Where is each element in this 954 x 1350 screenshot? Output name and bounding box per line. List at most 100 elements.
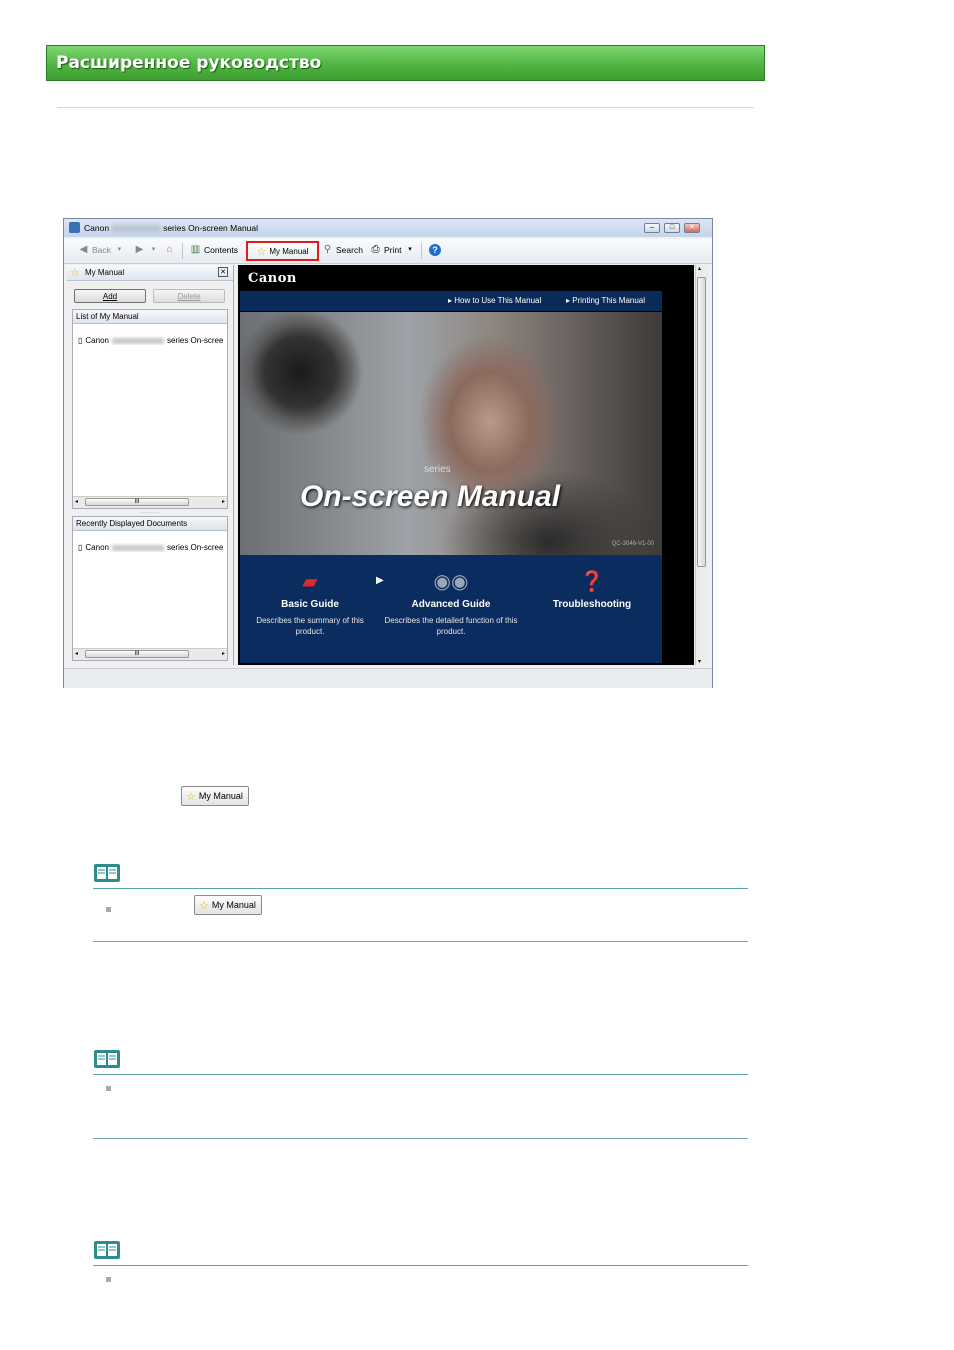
page-header-banner: Расширенное руководство bbox=[46, 45, 765, 81]
printer-icon: ⎙ bbox=[371, 244, 380, 255]
add-button[interactable]: Add bbox=[74, 289, 146, 303]
note-icon bbox=[94, 864, 120, 882]
my-manual-label: My Manual bbox=[211, 900, 256, 910]
content-nav-bar: ▸ How to Use This Manual ▸ Printing This… bbox=[240, 291, 662, 311]
document-icon: ▯ bbox=[78, 543, 83, 552]
list-item[interactable]: ▯ Canon series On-scree bbox=[78, 336, 223, 345]
scroll-down-icon[interactable]: ▾ bbox=[698, 658, 701, 665]
guide-title: Basic Guide bbox=[281, 599, 339, 610]
document-icon: ▯ bbox=[78, 336, 83, 345]
blurred-model-name bbox=[111, 337, 164, 344]
search-label: Search bbox=[336, 244, 363, 255]
my-manual-button-image: ☆ My Manual bbox=[181, 786, 249, 806]
delete-button[interactable]: Delete bbox=[153, 289, 225, 303]
my-manual-pane-title: My Manual bbox=[85, 268, 125, 277]
home-button[interactable]: ⌂ bbox=[164, 244, 175, 255]
window-title-suffix: series On-screen Manual bbox=[163, 223, 259, 233]
help-icon: ❓ bbox=[579, 571, 605, 593]
my-manual-button-image: ☆ My Manual bbox=[194, 895, 262, 915]
home-icon: ⌂ bbox=[166, 244, 173, 255]
nav-link-label: Printing This Manual bbox=[572, 296, 646, 305]
troubleshooting-link[interactable]: ❓ Troubleshooting bbox=[525, 569, 659, 610]
manual-viewer-window: Canon series On-screen Manual – □ ✕ ◀ Bac… bbox=[63, 218, 713, 688]
current-guide-arrow-icon: ▶ bbox=[376, 575, 384, 586]
scroll-right-icon[interactable]: ▸ bbox=[222, 650, 225, 657]
nav-link-label: How to Use This Manual bbox=[454, 296, 542, 305]
contents-button[interactable]: ▥ Contents bbox=[190, 244, 238, 255]
list-item-suffix: series On-scree bbox=[166, 543, 224, 552]
binoculars-icon: ◉◉ bbox=[433, 571, 469, 593]
bullet bbox=[106, 1277, 111, 1282]
recent-documents-list: Recently Displayed Documents ▯ Canon ser… bbox=[72, 516, 228, 661]
scroll-thumb[interactable] bbox=[697, 277, 706, 567]
contents-label: Contents bbox=[204, 244, 239, 255]
maximize-button[interactable]: □ bbox=[664, 223, 680, 233]
vertical-scrollbar[interactable]: ▴ ▾ bbox=[695, 265, 708, 665]
window-title-prefix: Canon bbox=[84, 223, 110, 233]
hero-headline: On-screen Manual bbox=[300, 480, 561, 513]
note-end-divider bbox=[93, 941, 748, 942]
scroll-thumb[interactable]: III bbox=[85, 650, 189, 658]
my-manual-button[interactable]: ☆ My Manual bbox=[246, 241, 319, 261]
advanced-guide-link[interactable]: ◉◉ Advanced Guide Describes the detailed… bbox=[384, 569, 518, 637]
blurred-model-name bbox=[111, 544, 164, 551]
my-manual-pane: ☆ My Manual ✕ Add Delete List of My Manu… bbox=[67, 265, 234, 665]
scroll-left-icon[interactable]: ◂ bbox=[75, 650, 78, 657]
note-icon bbox=[94, 1050, 120, 1068]
back-button[interactable]: ◀ Back ▾ bbox=[78, 244, 125, 255]
list-item-prefix: Canon bbox=[85, 543, 109, 552]
chevron-down-icon: ▾ bbox=[151, 246, 156, 253]
recent-documents-header: Recently Displayed Documents bbox=[73, 517, 227, 531]
note-divider bbox=[93, 1074, 748, 1075]
search-icon: ⚲ bbox=[323, 244, 332, 255]
nav-link-how-to-use[interactable]: ▸ How to Use This Manual bbox=[448, 296, 541, 305]
app-icon bbox=[69, 222, 80, 233]
guide-description: Describes the summary of this product. bbox=[256, 616, 364, 636]
print-label: Print bbox=[384, 244, 402, 255]
guide-title: Advanced Guide bbox=[411, 599, 491, 610]
my-manual-label: My Manual bbox=[269, 246, 309, 256]
horizontal-scrollbar[interactable]: ◂ III ▸ bbox=[73, 496, 227, 508]
chevron-down-icon: ▾ bbox=[408, 246, 412, 253]
star-icon: ☆ bbox=[199, 899, 209, 912]
hero-image: series On-screen Manual QC-3046-V1-00 bbox=[240, 312, 662, 555]
bullet bbox=[106, 907, 111, 912]
print-button[interactable]: ⎙ Print ▾ bbox=[370, 244, 415, 255]
my-manual-pane-header: ☆ My Manual ✕ bbox=[67, 265, 233, 281]
chevron-down-icon: ▾ bbox=[117, 246, 122, 253]
note-divider bbox=[93, 1265, 748, 1266]
contents-book-icon: ▥ bbox=[190, 244, 201, 255]
basic-guide-link[interactable]: ▰ Basic Guide Describes the summary of t… bbox=[243, 569, 377, 637]
scroll-thumb[interactable]: III bbox=[85, 498, 189, 506]
scroll-up-icon[interactable]: ▴ bbox=[698, 265, 701, 272]
bullet bbox=[106, 1086, 111, 1091]
canon-logo: Canon bbox=[248, 271, 297, 286]
note-divider bbox=[93, 888, 748, 889]
close-button[interactable]: ✕ bbox=[684, 223, 700, 233]
forward-arrow-icon: ▶ bbox=[135, 244, 144, 255]
nav-link-printing[interactable]: ▸ Printing This Manual bbox=[566, 296, 645, 305]
hero-code: QC-3046-V1-00 bbox=[611, 541, 654, 547]
minimize-button[interactable]: – bbox=[644, 223, 660, 233]
back-arrow-icon: ◀ bbox=[79, 244, 88, 255]
note-icon bbox=[94, 1241, 120, 1259]
guide-title: Troubleshooting bbox=[552, 599, 632, 610]
note-end-divider bbox=[93, 1138, 748, 1139]
star-icon: ☆ bbox=[70, 267, 80, 279]
scroll-left-icon[interactable]: ◂ bbox=[75, 498, 78, 505]
window-title: Canon series On-screen Manual bbox=[84, 223, 258, 233]
search-button[interactable]: ⚲ Search bbox=[322, 244, 363, 255]
close-pane-icon[interactable]: ✕ bbox=[218, 267, 228, 277]
book-icon: ▰ bbox=[302, 571, 318, 593]
toolbar-separator bbox=[421, 243, 422, 259]
my-manual-list: List of My Manual ▯ Canon series On-scre… bbox=[72, 309, 228, 509]
horizontal-scrollbar[interactable]: ◂ III ▸ bbox=[73, 648, 227, 660]
forward-button[interactable]: ▶ ▾ bbox=[134, 244, 159, 255]
blurred-model-name bbox=[111, 225, 162, 233]
my-manual-label: My Manual bbox=[198, 791, 243, 801]
help-icon[interactable]: ? bbox=[429, 244, 441, 256]
scroll-right-icon[interactable]: ▸ bbox=[222, 498, 225, 505]
list-item[interactable]: ▯ Canon series On-scree bbox=[78, 543, 223, 552]
page-header-title: Расширенное руководство bbox=[56, 53, 322, 73]
guide-description: Describes the detailed function of this … bbox=[384, 616, 518, 636]
